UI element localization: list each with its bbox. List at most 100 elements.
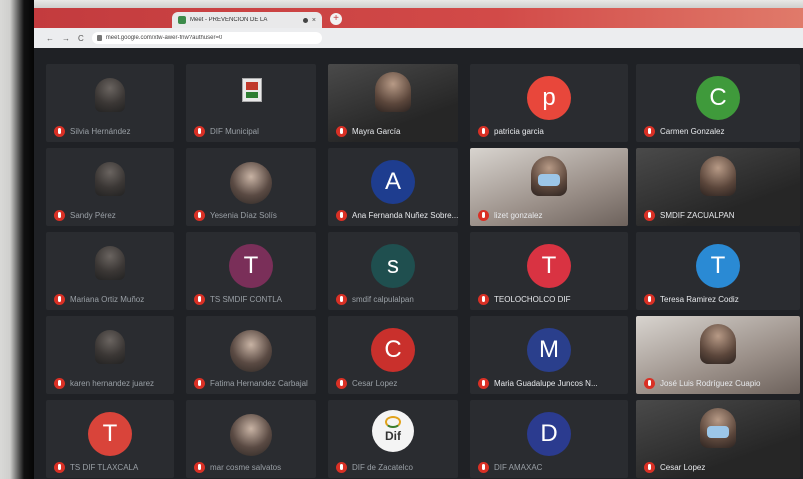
- mic-off-icon: [644, 462, 655, 473]
- participant-name-row: TS SMDIF CONTLA: [194, 294, 282, 305]
- participant-tile[interactable]: T TEOLOCHOLCO DIF: [470, 232, 628, 310]
- participant-name: José Luis Rodríguez Cuapio: [660, 379, 761, 388]
- participant-tile[interactable]: Silvia Hernández: [46, 64, 174, 142]
- participant-tile[interactable]: lizet gonzalez: [470, 148, 628, 226]
- participant-name: TEOLOCHOLCO DIF: [494, 295, 571, 304]
- participant-tile[interactable]: mar cosme salvatos: [186, 400, 316, 478]
- mic-off-icon: [478, 126, 489, 137]
- mic-off-icon: [194, 210, 205, 221]
- participant-name-row: Fatima Hernandez Carbajal: [194, 378, 308, 389]
- participant-name: Yesenia Díaz Solís: [210, 211, 277, 220]
- mic-off-icon: [194, 126, 205, 137]
- url-text: meet.google.com/xtw-awer-fnw?authuser=0: [105, 35, 223, 41]
- url-field[interactable]: meet.google.com/xtw-awer-fnw?authuser=0: [91, 32, 322, 44]
- forward-icon[interactable]: →: [62, 34, 70, 43]
- meet-favicon-icon: [178, 16, 186, 24]
- participant-tile[interactable]: Sandy Pérez: [46, 148, 174, 226]
- participant-name: Carmen Gonzalez: [660, 127, 725, 136]
- participant-tile[interactable]: s smdif calpulalpan: [328, 232, 458, 310]
- participant-tile[interactable]: p patricia garcia: [470, 64, 628, 142]
- participant-avatar: p: [527, 76, 571, 120]
- participant-name: Cesar Lopez: [352, 379, 398, 388]
- participant-name: Cesar Lopez: [660, 463, 706, 472]
- participant-avatar: M: [527, 328, 571, 372]
- mic-off-icon: [478, 378, 489, 389]
- dif-logo: Dif: [372, 410, 414, 452]
- participant-tile[interactable]: Cesar Lopez: [636, 400, 800, 478]
- participant-avatar: T: [527, 244, 571, 288]
- reload-icon[interactable]: C: [78, 34, 84, 43]
- participant-name-row: Mayra García: [336, 126, 400, 137]
- mic-off-icon: [336, 462, 347, 473]
- participant-name-row: Cesar Lopez: [336, 378, 397, 389]
- participant-tile[interactable]: T TS SMDIF CONTLA: [186, 232, 316, 310]
- participant-avatar: T: [696, 244, 740, 288]
- back-icon[interactable]: ←: [46, 34, 54, 43]
- participant-photo: [230, 162, 272, 204]
- mic-off-icon: [194, 294, 205, 305]
- mic-off-icon: [644, 378, 655, 389]
- face-mask: [538, 174, 560, 186]
- browser-tab[interactable]: Meet - PREVENCIÓN DE LA ×: [172, 12, 322, 28]
- lock-icon: [96, 35, 102, 41]
- participant-tile[interactable]: Yesenia Díaz Solís: [186, 148, 316, 226]
- participant-name: Fatima Hernandez Carbajal: [210, 379, 308, 388]
- mic-off-icon: [478, 294, 489, 305]
- participant-tile[interactable]: Mayra García: [328, 64, 458, 142]
- participant-photo: [95, 78, 125, 112]
- mic-off-icon: [336, 126, 347, 137]
- participant-avatar: s: [371, 244, 415, 288]
- participant-name-row: José Luis Rodríguez Cuapio: [644, 378, 761, 389]
- participant-name: Mayra García: [352, 127, 401, 136]
- participant-avatar: C: [696, 76, 740, 120]
- participant-tile[interactable]: Fatima Hernandez Carbajal: [186, 316, 316, 394]
- participant-tile[interactable]: C Cesar Lopez: [328, 316, 458, 394]
- participant-tile[interactable]: T Teresa Ramirez Codiz: [636, 232, 800, 310]
- participant-tile[interactable]: SMDIF ZACUALPAN: [636, 148, 800, 226]
- participant-tile[interactable]: José Luis Rodríguez Cuapio: [636, 316, 800, 394]
- participant-name: Ana Fernanda Nuñez Sobre...: [352, 211, 458, 220]
- tab-title: Meet - PREVENCIÓN DE LA: [190, 17, 268, 23]
- participant-photo: [95, 246, 125, 280]
- participant-name-row: Maria Guadalupe Juncos N...: [478, 378, 598, 389]
- mic-off-icon: [54, 294, 65, 305]
- participant-photo: [95, 162, 125, 196]
- address-bar: ← → C meet.google.com/xtw-awer-fnw?authu…: [34, 28, 803, 48]
- participant-name-row: TS DIF TLAXCALA: [54, 462, 138, 473]
- participant-avatar: T: [88, 412, 132, 456]
- participant-name-row: Ana Fernanda Nuñez Sobre...: [336, 210, 458, 221]
- participant-tile[interactable]: Mariana Ortiz Muñoz: [46, 232, 174, 310]
- participant-tile[interactable]: M Maria Guadalupe Juncos N...: [470, 316, 628, 394]
- mic-off-icon: [478, 462, 489, 473]
- mic-off-icon: [54, 126, 65, 137]
- participant-name-row: DIF AMAXAC: [478, 462, 542, 473]
- participant-name-row: Carmen Gonzalez: [644, 126, 724, 137]
- mic-off-icon: [644, 126, 655, 137]
- monitor-bezel-left: [0, 0, 34, 479]
- municipal-logo: [242, 78, 262, 102]
- participant-name-row: Teresa Ramirez Codiz: [644, 294, 739, 305]
- participant-name: Mariana Ortiz Muñoz: [70, 295, 145, 304]
- participant-name-row: Silvia Hernández: [54, 126, 130, 137]
- participant-tile[interactable]: C Carmen Gonzalez: [636, 64, 800, 142]
- participant-tile[interactable]: A Ana Fernanda Nuñez Sobre...: [328, 148, 458, 226]
- participant-photo: [230, 414, 272, 456]
- participant-tile[interactable]: T TS DIF TLAXCALA: [46, 400, 174, 478]
- participant-name: DIF de Zacatelco: [352, 463, 413, 472]
- monitor-bezel-top: [0, 0, 803, 8]
- new-tab-button[interactable]: +: [330, 13, 342, 25]
- participant-tile[interactable]: D DIF AMAXAC: [470, 400, 628, 478]
- mic-off-icon: [336, 210, 347, 221]
- mic-off-icon: [54, 210, 65, 221]
- mic-off-icon: [54, 462, 65, 473]
- participant-tile[interactable]: Dif DIF de Zacatelco: [328, 400, 458, 478]
- participant-name-row: karen hernandez juarez: [54, 378, 154, 389]
- participant-name: Sandy Pérez: [70, 211, 116, 220]
- participant-tile[interactable]: DIF Municipal: [186, 64, 316, 142]
- screen: Meet - PREVENCIÓN DE LA × + ← → C meet.g…: [34, 8, 803, 479]
- participant-name: mar cosme salvatos: [210, 463, 282, 472]
- tab-close-icon[interactable]: ×: [312, 17, 316, 24]
- participant-name: karen hernandez juarez: [70, 379, 155, 388]
- participant-name: DIF Municipal: [210, 127, 259, 136]
- participant-tile[interactable]: karen hernandez juarez: [46, 316, 174, 394]
